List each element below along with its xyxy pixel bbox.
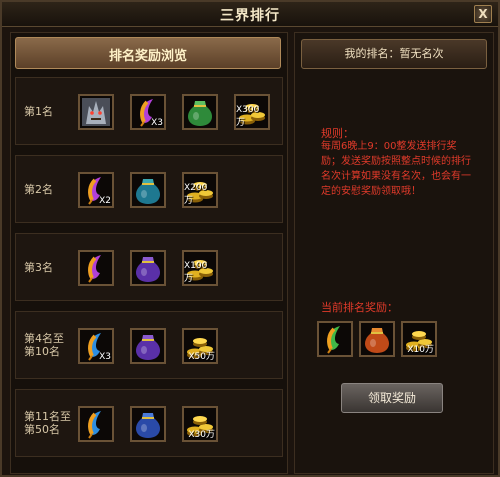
- item-count: X200万: [184, 183, 208, 206]
- rules-text: 每周6晚上9：00整发送排行奖励；发送奖励按照整点时候的排行名次计算如果没有名次…: [321, 141, 471, 197]
- reward-preview-title: 排名奖励浏览: [108, 49, 187, 64]
- blue-feather-icon: [88, 411, 101, 439]
- item-count: X100万: [184, 261, 208, 284]
- reward-item-slot[interactable]: [130, 406, 166, 442]
- reward-item-slot[interactable]: X200万: [182, 172, 218, 208]
- green-bag-icon: [188, 101, 212, 126]
- reward-preview-banner: 排名奖励浏览: [15, 37, 281, 69]
- reward-preview-panel: 排名奖励浏览 第1名 X3 X300万第2名 X2 X200万第3名 X100万第4名至第…: [10, 32, 288, 474]
- close-button[interactable]: X: [474, 5, 492, 23]
- rank-reward-row: 第11名至第50名 X30万: [15, 389, 283, 457]
- rank-reward-row: 第2名 X2 X200万: [15, 155, 283, 223]
- reward-item-slot[interactable]: [130, 328, 166, 364]
- reward-item-slot[interactable]: X300万: [234, 94, 270, 130]
- ranking-window: 三界排行 X 排名奖励浏览 第1名 X3 X300万第2名 X2 X200万第3名 X10…: [0, 0, 500, 477]
- rank-reward-row: 第1名 X3 X300万: [15, 77, 283, 145]
- blue-bag-icon: [136, 413, 160, 438]
- reward-item-slot[interactable]: X3: [78, 328, 114, 364]
- rank-label: 第4名至第10名: [24, 332, 64, 358]
- current-reward-label: 当前排名奖励：: [321, 301, 398, 314]
- item-count: X10万: [407, 345, 434, 355]
- item-count: X3: [151, 118, 163, 128]
- reward-item-slot[interactable]: X100万: [182, 250, 218, 286]
- orange-bag-icon: [365, 328, 389, 353]
- item-count: X50万: [188, 352, 215, 362]
- rank-label: 第11名至第50名: [24, 410, 71, 436]
- title-bar: 三界排行 X: [2, 2, 498, 27]
- purple-bag-icon: [136, 335, 160, 360]
- reward-item-slot[interactable]: X30万: [182, 406, 218, 442]
- rank-label: 第2名: [24, 182, 53, 196]
- claim-reward-button[interactable]: 领取奖励: [341, 383, 443, 413]
- reward-item-slot[interactable]: X3: [130, 94, 166, 130]
- reward-item-slot[interactable]: X10万: [401, 321, 437, 357]
- reward-item-slot[interactable]: X50万: [182, 328, 218, 364]
- my-rank-panel: 我的排名：暂无名次 规则： 每周6晚上9：00整发送排行奖励；发送奖励按照整点时…: [294, 32, 494, 474]
- my-rank-label: 我的排名：暂无名次: [301, 39, 487, 69]
- reward-item-slot[interactable]: [182, 94, 218, 130]
- rank-label: 第3名: [24, 260, 53, 274]
- green-feather-icon: [327, 326, 340, 354]
- item-count: X2: [99, 196, 111, 206]
- rank-label: 第1名: [24, 104, 53, 118]
- monster-portrait-icon: [82, 98, 110, 126]
- reward-item-slot[interactable]: [78, 94, 114, 130]
- reward-item-slot[interactable]: [359, 321, 395, 357]
- reward-item-slot[interactable]: [78, 406, 114, 442]
- reward-item-slot[interactable]: [78, 250, 114, 286]
- reward-item-slot[interactable]: X2: [78, 172, 114, 208]
- item-count: X3: [99, 352, 111, 362]
- teal-bag-icon: [136, 179, 160, 204]
- reward-item-slot[interactable]: [130, 172, 166, 208]
- reward-item-slot[interactable]: [130, 250, 166, 286]
- rank-reward-row: 第3名 X100万: [15, 233, 283, 301]
- item-count: X30万: [188, 430, 215, 440]
- purple-bag-icon: [136, 257, 160, 282]
- reward-item-slot[interactable]: [317, 321, 353, 357]
- rank-reward-row: 第4名至第10名 X3 X50万: [15, 311, 283, 379]
- item-count: X300万: [236, 105, 260, 128]
- purple-feather-icon: [88, 255, 101, 283]
- window-title: 三界排行: [220, 8, 280, 24]
